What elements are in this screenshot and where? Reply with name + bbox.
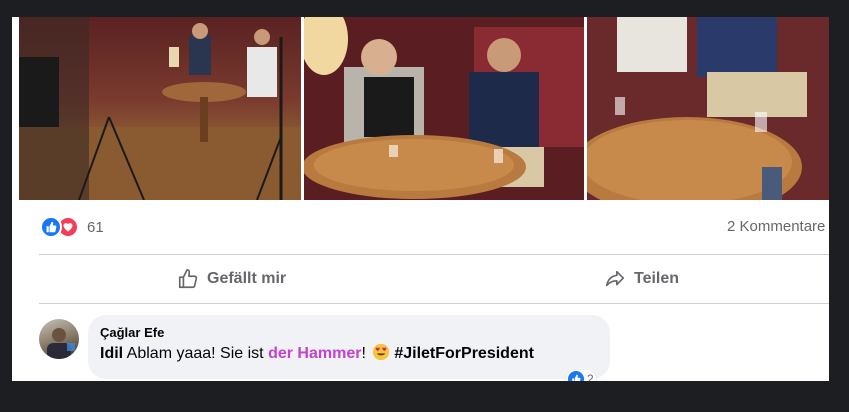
photo-interview-table[interactable] [304,17,584,200]
like-button[interactable]: Gefällt mir [177,265,286,293]
comment-text: Idil Ablam yaaa! Sie ist der Hammer! #Ji… [100,343,598,363]
share-button-label: Teilen [634,270,680,287]
photo-behind-the-scenes[interactable] [19,17,301,200]
comment-text-part: Ablam yaaa! Sie ist [123,345,269,362]
like-icon [568,371,584,381]
share-arrow-icon [605,270,625,287]
comment-bubble: Çağlar Efe Idil Ablam yaaa! Sie ist der … [88,315,610,379]
share-button[interactable]: Teilen [604,265,679,293]
like-button-label: Gefällt mir [207,270,287,287]
like-icon [40,216,62,238]
comment-mention[interactable]: Idil [100,345,123,362]
comment-reaction-badge[interactable]: 2 [566,370,596,381]
comment-author-name[interactable]: Çağlar Efe [100,325,598,340]
heart-eyes-emoji-icon [373,343,390,361]
reaction-summary[interactable]: 61 [40,215,104,239]
comment-highlight: der Hammer [268,345,362,362]
divider [39,303,829,304]
comment-hashtag-link[interactable]: #JiletForPresident [394,345,534,362]
post-card: 61 2 Kommentare Gefällt mir Teilen Çağla… [12,17,829,381]
comment-reaction-count: 2 [587,372,594,381]
photo-couch-closeup[interactable] [587,17,829,200]
thumbs-up-icon [178,269,198,289]
photo-grid [19,17,829,200]
divider [39,254,829,255]
reaction-count: 61 [87,218,104,236]
comment-text-part: ! [361,345,371,362]
avatar[interactable] [39,319,79,359]
comments-count-link[interactable]: 2 Kommentare [727,218,825,235]
